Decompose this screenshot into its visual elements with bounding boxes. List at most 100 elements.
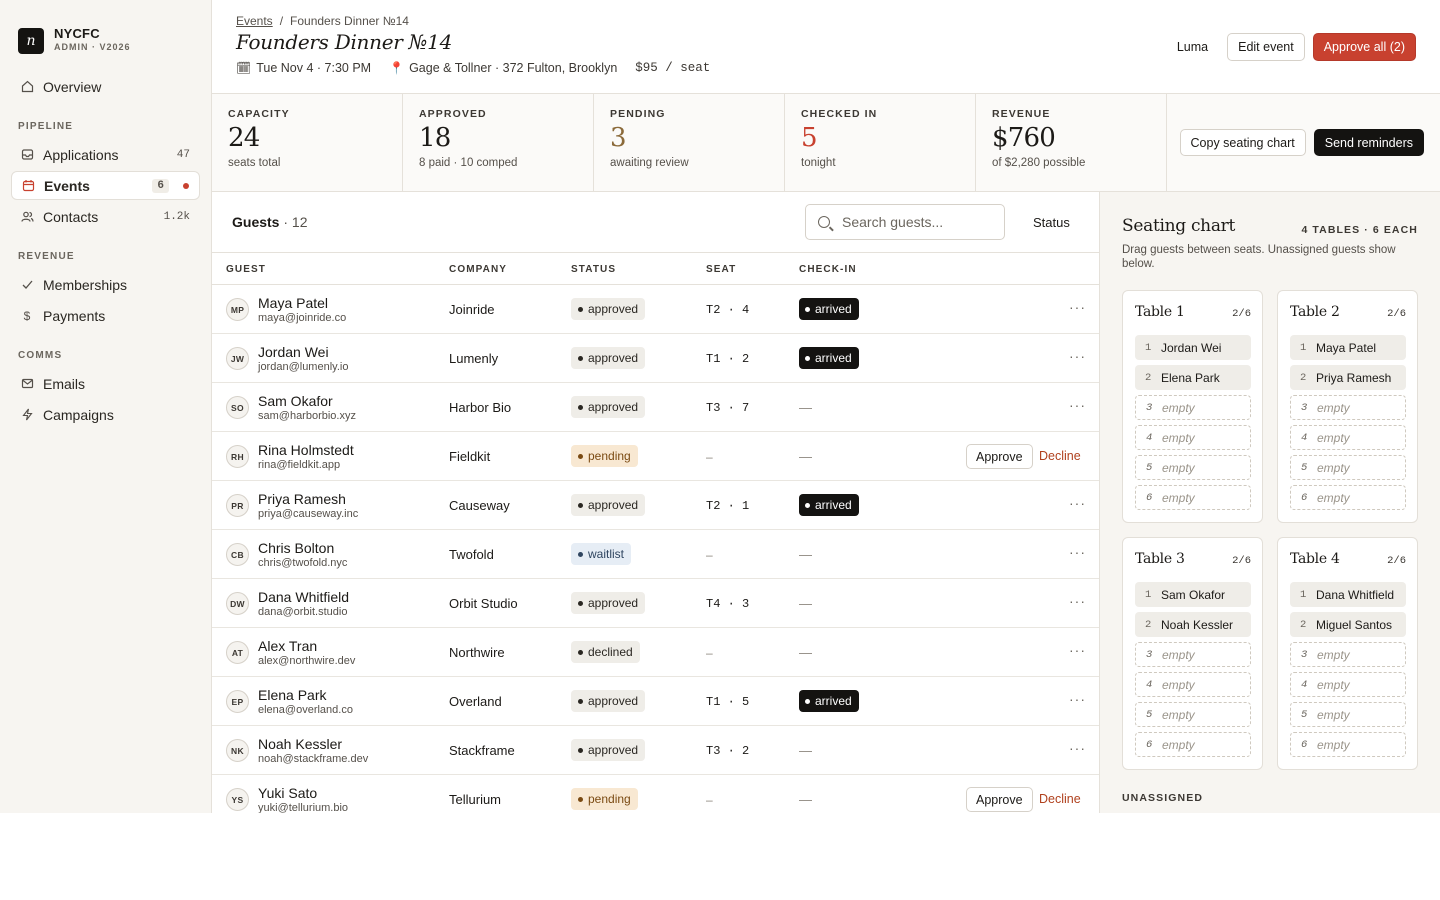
approve-all-button[interactable]: Approve all (2) — [1312, 33, 1416, 61]
guest-name: Priya Ramesh — [258, 491, 346, 507]
table-row[interactable]: CB Chris Bolton chris@twofold.nyc Twofold wa… — [212, 530, 1099, 579]
arrived-badge: arrived — [799, 494, 859, 516]
column-header-check-in[interactable]: CHECK-IN — [799, 264, 857, 275]
sidebar-item-campaigns[interactable]: Campaigns — [11, 400, 200, 429]
check-in-cell: — — [799, 592, 812, 611]
decline-button[interactable]: Decline — [1039, 792, 1081, 806]
seat-slot-empty[interactable]: 5 empty — [1135, 455, 1251, 480]
table-card: Table 4 2/6 1 Dana Whitfield 2 Miguel Santos 3… — [1277, 537, 1418, 770]
column-header-guest[interactable]: GUEST — [226, 264, 266, 275]
seat-slot-filled[interactable]: 1 Dana Whitfield — [1290, 582, 1406, 607]
sidebar-item-count: 1.2k — [163, 210, 190, 223]
table-row[interactable]: JW Jordan Wei jordan@lumenly.io Lumenly appr… — [212, 334, 1099, 383]
app-window: n NYCFC ADMIN · V2026 Overview PIPELINE … — [0, 0, 1440, 813]
seat-slot-filled[interactable]: 1 Sam Okafor — [1135, 582, 1251, 607]
sidebar-item-emails[interactable]: Emails — [11, 369, 200, 398]
seat-slot-empty[interactable]: 5 empty — [1290, 455, 1406, 480]
search-input[interactable] — [842, 214, 992, 230]
luma-button[interactable]: Luma — [1167, 33, 1218, 61]
sidebar-item-overview[interactable]: Overview — [11, 72, 200, 101]
seat-slot-filled[interactable]: 2 Elena Park — [1135, 365, 1251, 390]
guest-email: jordan@lumenly.io — [258, 361, 349, 373]
seat-slot-empty[interactable]: 4 empty — [1290, 425, 1406, 450]
table-name: Table 1 — [1135, 304, 1185, 320]
sidebar-item-events[interactable]: Events 6 — [11, 171, 200, 200]
more-options-icon[interactable]: ··· — [1069, 691, 1086, 707]
column-header-seat[interactable]: SEAT — [706, 264, 736, 275]
send-reminders-button[interactable]: Send reminders — [1313, 129, 1424, 156]
seat-slot-filled[interactable]: 2 Noah Kessler — [1135, 612, 1251, 637]
more-options-icon[interactable]: ··· — [1069, 544, 1086, 560]
more-options-icon[interactable]: ··· — [1069, 397, 1086, 413]
seat-slot-empty[interactable]: 6 empty — [1290, 732, 1406, 757]
approve-button[interactable]: Approve — [966, 787, 1033, 812]
calendar-emoji-icon: 🗓 — [236, 61, 252, 75]
seat-slot-empty[interactable]: 3 empty — [1135, 395, 1251, 420]
search-box[interactable] — [805, 204, 1005, 240]
table-row[interactable]: RH Rina Holmstedt rina@fieldkit.app Fieldki… — [212, 432, 1099, 481]
seat-number: 4 — [1301, 678, 1308, 691]
table-row[interactable]: NK Noah Kessler noah@stackframe.dev Stackfr… — [212, 726, 1099, 775]
more-options-icon[interactable]: ··· — [1069, 642, 1086, 658]
check-in-cell: — — [799, 445, 812, 464]
more-options-icon[interactable]: ··· — [1069, 593, 1086, 609]
seat-slot-empty[interactable]: 3 empty — [1290, 395, 1406, 420]
decline-button[interactable]: Decline — [1039, 449, 1081, 463]
brand[interactable]: n NYCFC ADMIN · V2026 — [0, 0, 211, 64]
seat-slot-empty[interactable]: 6 empty — [1135, 485, 1251, 510]
sidebar-item-contacts[interactable]: Contacts 1.2k — [11, 202, 200, 231]
table-row[interactable]: PR Priya Ramesh priya@causeway.inc Causeway… — [212, 481, 1099, 530]
column-header-status[interactable]: STATUS — [571, 264, 616, 275]
seat-guest-name: Sam Okafor — [1161, 587, 1226, 602]
more-options-icon[interactable]: ··· — [1069, 348, 1086, 364]
breadcrumb-events-link[interactable]: Events — [236, 14, 273, 28]
stat-value: 3 — [610, 123, 627, 153]
copy-seating-chart-button[interactable]: Copy seating chart — [1179, 129, 1306, 156]
event-date: 🗓 Tue Nov 4 · 7:30 PM — [236, 61, 371, 75]
guest-email: maya@joinride.co — [258, 312, 347, 324]
unassigned-heading: UNASSIGNED — [1122, 792, 1204, 804]
seat-slot-filled[interactable]: 2 Priya Ramesh — [1290, 365, 1406, 390]
approve-button[interactable]: Approve — [966, 444, 1033, 469]
seat-slot-empty[interactable]: 5 empty — [1135, 702, 1251, 727]
status-filter-button[interactable]: Status — [1033, 215, 1070, 230]
table-row[interactable]: AT Alex Tran alex@northwire.dev Northwire de… — [212, 628, 1099, 677]
sidebar-item-memberships[interactable]: Memberships — [11, 270, 200, 299]
table-row[interactable]: YS Yuki Sato yuki@tellurium.bio Tellurium pe… — [212, 775, 1099, 813]
table-row[interactable]: SO Sam Okafor sam@harborbio.xyz Harbor Bio a… — [212, 383, 1099, 432]
seat-slot-empty[interactable]: 5 empty — [1290, 702, 1406, 727]
sidebar-item-applications[interactable]: Applications 47 — [11, 140, 200, 169]
seat-slot-empty[interactable]: 4 empty — [1135, 672, 1251, 697]
sidebar-item-label: Applications — [43, 146, 119, 163]
seat-guest-name: Maya Patel — [1316, 340, 1377, 355]
table-card: Table 2 2/6 1 Maya Patel 2 Priya Ramesh 3 empty… — [1277, 290, 1418, 523]
edit-event-button[interactable]: Edit event — [1227, 33, 1305, 61]
more-options-icon[interactable]: ··· — [1069, 740, 1086, 756]
seat-slot-empty[interactable]: 6 empty — [1135, 732, 1251, 757]
seat-slot-filled[interactable]: 2 Miguel Santos — [1290, 612, 1406, 637]
seat-slot-empty[interactable]: 3 empty — [1135, 642, 1251, 667]
seat-slot-empty[interactable]: 4 empty — [1290, 672, 1406, 697]
more-options-icon[interactable]: ··· — [1069, 495, 1086, 511]
status-badge: declined — [571, 641, 640, 663]
arrived-badge: arrived — [799, 690, 859, 712]
guest-company: Overland — [449, 694, 502, 709]
seat-slot-empty[interactable]: 4 empty — [1135, 425, 1251, 450]
column-header-company[interactable]: COMPANY — [449, 264, 507, 275]
table-row[interactable]: DW Dana Whitfield dana@orbit.studio Orbit S… — [212, 579, 1099, 628]
seat-number: 5 — [1146, 461, 1153, 474]
check-in-empty: — — [799, 792, 812, 807]
seat-slot-empty[interactable]: 3 empty — [1290, 642, 1406, 667]
seat-number: 1 — [1145, 341, 1152, 354]
table-row[interactable]: EP Elena Park elena@overland.co Overland app… — [212, 677, 1099, 726]
seat-slot-empty[interactable]: 6 empty — [1290, 485, 1406, 510]
sidebar-item-label: Emails — [43, 375, 86, 392]
more-options-icon[interactable]: ··· — [1069, 299, 1086, 315]
guest-seat: – — [706, 450, 713, 464]
sidebar-item-payments[interactable]: $ Payments — [11, 301, 200, 330]
seat-slot-filled[interactable]: 1 Jordan Wei — [1135, 335, 1251, 360]
seat-slot-filled[interactable]: 1 Maya Patel — [1290, 335, 1406, 360]
table-row[interactable]: MP Maya Patel maya@joinride.co Joinride appr… — [212, 285, 1099, 334]
seat-number: 1 — [1300, 341, 1307, 354]
table-seat-count: 2/6 — [1232, 308, 1251, 320]
